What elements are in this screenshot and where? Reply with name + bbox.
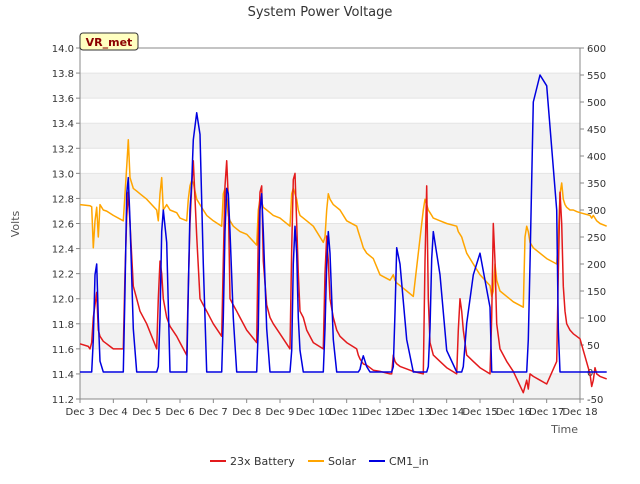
x-tick-label: Dec 6 — [166, 407, 195, 418]
chart-title: System Power Voltage — [248, 5, 393, 20]
x-tick-label: Dec 5 — [132, 407, 161, 418]
right-tick-label: 100 — [587, 314, 606, 325]
right-tick-label: 500 — [587, 98, 606, 109]
left-tick-label: 12.0 — [52, 295, 74, 306]
right-tick-label: 150 — [587, 287, 606, 298]
right-tick-label: -50 — [587, 395, 603, 406]
grid-band — [80, 348, 580, 374]
right-tick-label: 600 — [587, 44, 606, 55]
grid-band — [80, 73, 580, 99]
left-tick-label: 11.6 — [52, 345, 74, 356]
right-tick-label: 250 — [587, 233, 606, 244]
x-tick-label: Dec 18 — [562, 407, 597, 418]
x-tick-label: Dec 17 — [529, 407, 564, 418]
right-tick-label: 450 — [587, 125, 606, 136]
x-tick-label: Dec 16 — [496, 407, 531, 418]
x-tick-label: Dec 7 — [199, 407, 228, 418]
y-axis-label: Volts — [9, 210, 22, 237]
right-tick-label: 400 — [587, 152, 606, 163]
grid-band — [80, 98, 580, 124]
left-tick-label: 13.4 — [52, 119, 74, 130]
grid-band — [80, 148, 580, 174]
right-tick-label: 50 — [587, 341, 600, 352]
x-axis-label: Time — [550, 423, 578, 436]
chart-svg: System Power Voltage 11.2 11.4 11.6 11.8 12.… — [9, 5, 607, 468]
right-tick-label: 200 — [587, 260, 606, 271]
x-tick-label: Dec 13 — [396, 407, 431, 418]
x-tick-label: Dec 11 — [329, 407, 364, 418]
left-tick-label: 12.8 — [52, 194, 74, 205]
x-axis: Dec 3 Dec 4 Dec 5 Dec 6 Dec 7 Dec 8 Dec 9 Dec 1… — [66, 399, 598, 418]
site-badge-label: VR_met — [86, 36, 133, 49]
right-tick-label: 550 — [587, 71, 606, 82]
x-tick-label: Dec 3 — [66, 407, 95, 418]
right-tick-label: 350 — [587, 179, 606, 190]
left-tick-label: 11.4 — [52, 370, 74, 381]
left-tick-label: 13.8 — [52, 69, 74, 80]
left-tick-label: 13.6 — [52, 94, 74, 105]
x-tick-label: Dec 8 — [232, 407, 261, 418]
grid-band — [80, 173, 580, 199]
left-axis: 11.2 11.4 11.6 11.8 12.0 12.2 12.4 12.6 12.8 13.0… — [52, 44, 80, 406]
left-tick-label: 11.8 — [52, 320, 74, 331]
chart-container: System Power Voltage 11.2 11.4 11.6 11.8 12.… — [0, 0, 640, 480]
legend-label-battery: 23x Battery — [230, 455, 295, 468]
site-badge: VR_met — [79, 32, 139, 51]
grid-band — [80, 373, 580, 399]
legend: 23x Battery Solar CM1_in — [210, 455, 429, 468]
x-tick-label: Dec 14 — [429, 407, 464, 418]
left-tick-label: 12.4 — [52, 245, 74, 256]
grid-band — [80, 198, 580, 224]
x-tick-label: Dec 10 — [296, 407, 331, 418]
x-tick-label: Dec 9 — [266, 407, 295, 418]
left-tick-label: 13.2 — [52, 144, 74, 155]
left-tick-label: 12.2 — [52, 270, 74, 281]
legend-label-cm1: CM1_in — [389, 455, 429, 468]
legend-label-solar: Solar — [328, 455, 357, 468]
x-tick-label: Dec 15 — [462, 407, 497, 418]
left-tick-label: 12.6 — [52, 220, 74, 231]
left-tick-label: 13.0 — [52, 169, 74, 180]
x-tick-label: Dec 4 — [99, 407, 128, 418]
x-tick-label: Dec 12 — [362, 407, 397, 418]
left-tick-label: 11.2 — [52, 395, 74, 406]
left-tick-label: 14.0 — [52, 44, 74, 55]
grid-band — [80, 123, 580, 149]
grid-band — [80, 48, 580, 74]
